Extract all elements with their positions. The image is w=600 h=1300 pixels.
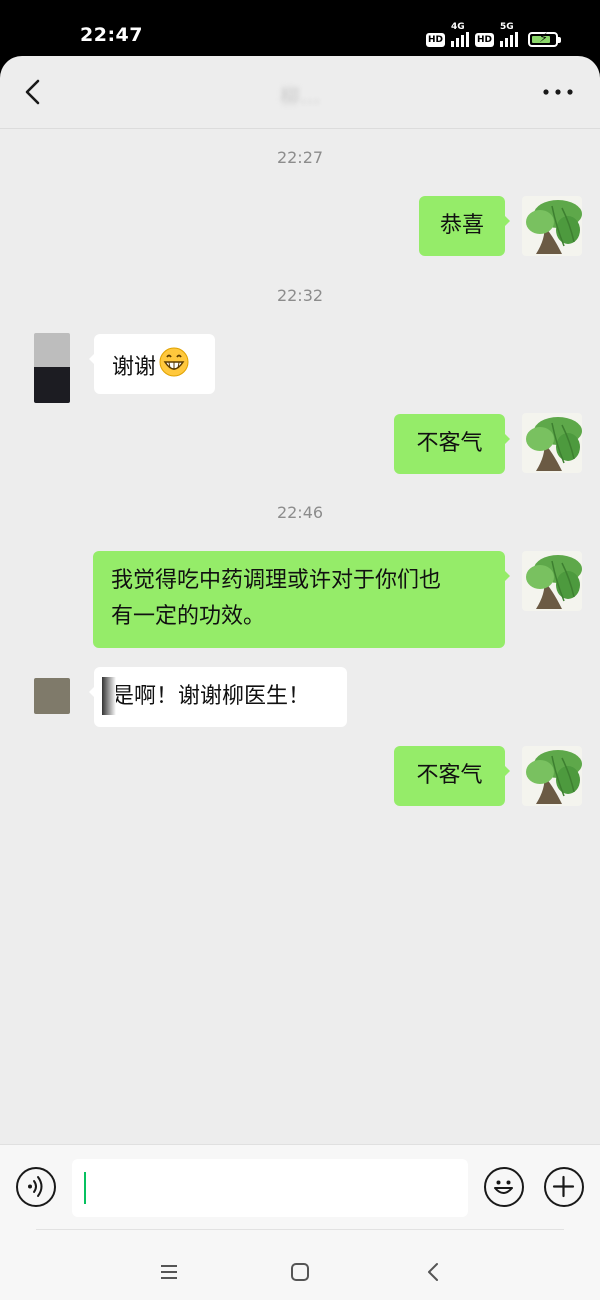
- timestamp: 22:27: [276, 148, 324, 167]
- redaction-mark: [102, 677, 116, 715]
- timestamp: 22:46: [276, 503, 324, 522]
- menu-icon[interactable]: [151, 1254, 187, 1290]
- emoji-icon[interactable]: [484, 1167, 524, 1207]
- signal-icon: 4G: [450, 22, 469, 47]
- timestamp: 22:32: [276, 286, 324, 305]
- message-text-line-2: 有一定的功效。: [111, 604, 266, 629]
- message-text-line-1: 我觉得吃中药调理或许对于你们也: [111, 568, 442, 593]
- status-icons: HD 4G HD 5G ⚡: [425, 22, 561, 47]
- status-time: 22:47: [80, 24, 143, 46]
- message-bubble-received[interactable]: 是啊！谢谢柳医生！: [89, 667, 347, 727]
- my-avatar[interactable]: [522, 196, 582, 256]
- my-avatar[interactable]: [522, 551, 582, 611]
- contact-avatar[interactable]: [34, 678, 70, 714]
- plus-circle-icon[interactable]: [544, 1167, 584, 1207]
- signal-icon-2: 5G: [500, 22, 518, 47]
- network-type-label-2: 5G: [500, 22, 514, 32]
- message-text: 谢谢: [112, 355, 157, 380]
- more-horizontal-icon[interactable]: [538, 82, 578, 102]
- message-bubble-received[interactable]: 谢谢: [89, 334, 215, 394]
- message-bubble-sent[interactable]: 不客气: [394, 414, 510, 474]
- hd-badge: HD: [425, 33, 445, 47]
- status-bar: 22:47 HD 4G HD 5G ⚡: [0, 0, 600, 58]
- chat-title: 柳…: [280, 84, 320, 108]
- message-bubble-sent[interactable]: 我觉得吃中药调理或许对于你们也 有一定的功效。: [93, 551, 510, 648]
- message-bubble-sent[interactable]: 恭喜: [419, 196, 510, 256]
- my-avatar[interactable]: [522, 413, 582, 473]
- divider: [36, 1229, 564, 1230]
- chat-screen: 柳… 22:27 恭喜 22:32 谢谢 不客气 22:46 我觉得吃中药调理或…: [0, 56, 600, 1300]
- my-avatar[interactable]: [522, 746, 582, 806]
- hd-badge-2: HD: [474, 33, 494, 47]
- network-type-label: 4G: [450, 22, 465, 32]
- nav-back-icon[interactable]: [416, 1254, 452, 1290]
- message-text: 是啊！谢谢柳医生！: [112, 684, 311, 709]
- message-input[interactable]: [72, 1159, 468, 1217]
- home-square-icon[interactable]: [282, 1254, 318, 1290]
- input-bar: [0, 1144, 600, 1245]
- text-caret: [84, 1172, 86, 1204]
- message-bubble-sent[interactable]: 不客气: [394, 746, 510, 806]
- battery-charging-icon: ⚡: [528, 31, 561, 47]
- system-nav-bar: [0, 1244, 600, 1300]
- contact-avatar[interactable]: [34, 333, 70, 403]
- voice-icon[interactable]: [16, 1167, 56, 1207]
- grin-emoji-icon: [158, 346, 190, 390]
- chat-header: 柳…: [0, 56, 600, 129]
